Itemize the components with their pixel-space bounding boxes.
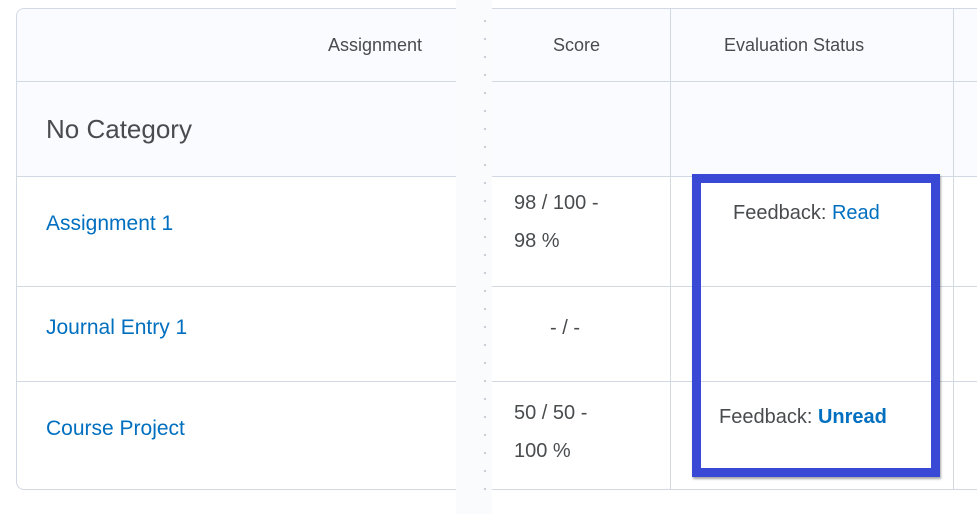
score-cell: 50 / 50 - 100 %	[514, 394, 587, 470]
category-row: No Category	[17, 82, 456, 177]
score-value: 50 / 50 -	[514, 402, 588, 424]
score-value: 98 / 100 -	[514, 192, 599, 214]
category-title: No Category	[46, 114, 192, 144]
score-cell: - / -	[550, 309, 580, 347]
column-divider	[670, 9, 671, 489]
score-cell: 98 / 100 - 98 %	[514, 184, 599, 260]
column-header-score[interactable]: Score	[553, 35, 600, 56]
column-header-assignment[interactable]: Assignment	[328, 35, 422, 56]
tear-edge	[484, 20, 486, 490]
grades-table-left: Assignment No Category Assignment 1 Jour…	[16, 8, 456, 490]
column-header-evaluation-status[interactable]: Evaluation Status	[724, 35, 864, 56]
assignment-link[interactable]: Course Project	[46, 417, 185, 441]
score-percent: 100 %	[514, 440, 571, 462]
header-row: Score Evaluation Status	[492, 9, 977, 82]
table-row: Course Project	[17, 382, 456, 489]
score-value: - / -	[550, 317, 580, 339]
score-percent: 98 %	[514, 230, 560, 252]
annotation-highlight-box	[692, 174, 940, 477]
column-divider	[953, 9, 954, 489]
table-row: Assignment 1	[17, 177, 456, 287]
torn-gap	[456, 0, 492, 514]
category-row	[492, 82, 977, 177]
assignment-link[interactable]: Assignment 1	[46, 212, 173, 236]
header-row: Assignment	[17, 9, 456, 82]
table-row: Journal Entry 1	[17, 287, 456, 382]
assignment-link[interactable]: Journal Entry 1	[46, 316, 187, 340]
